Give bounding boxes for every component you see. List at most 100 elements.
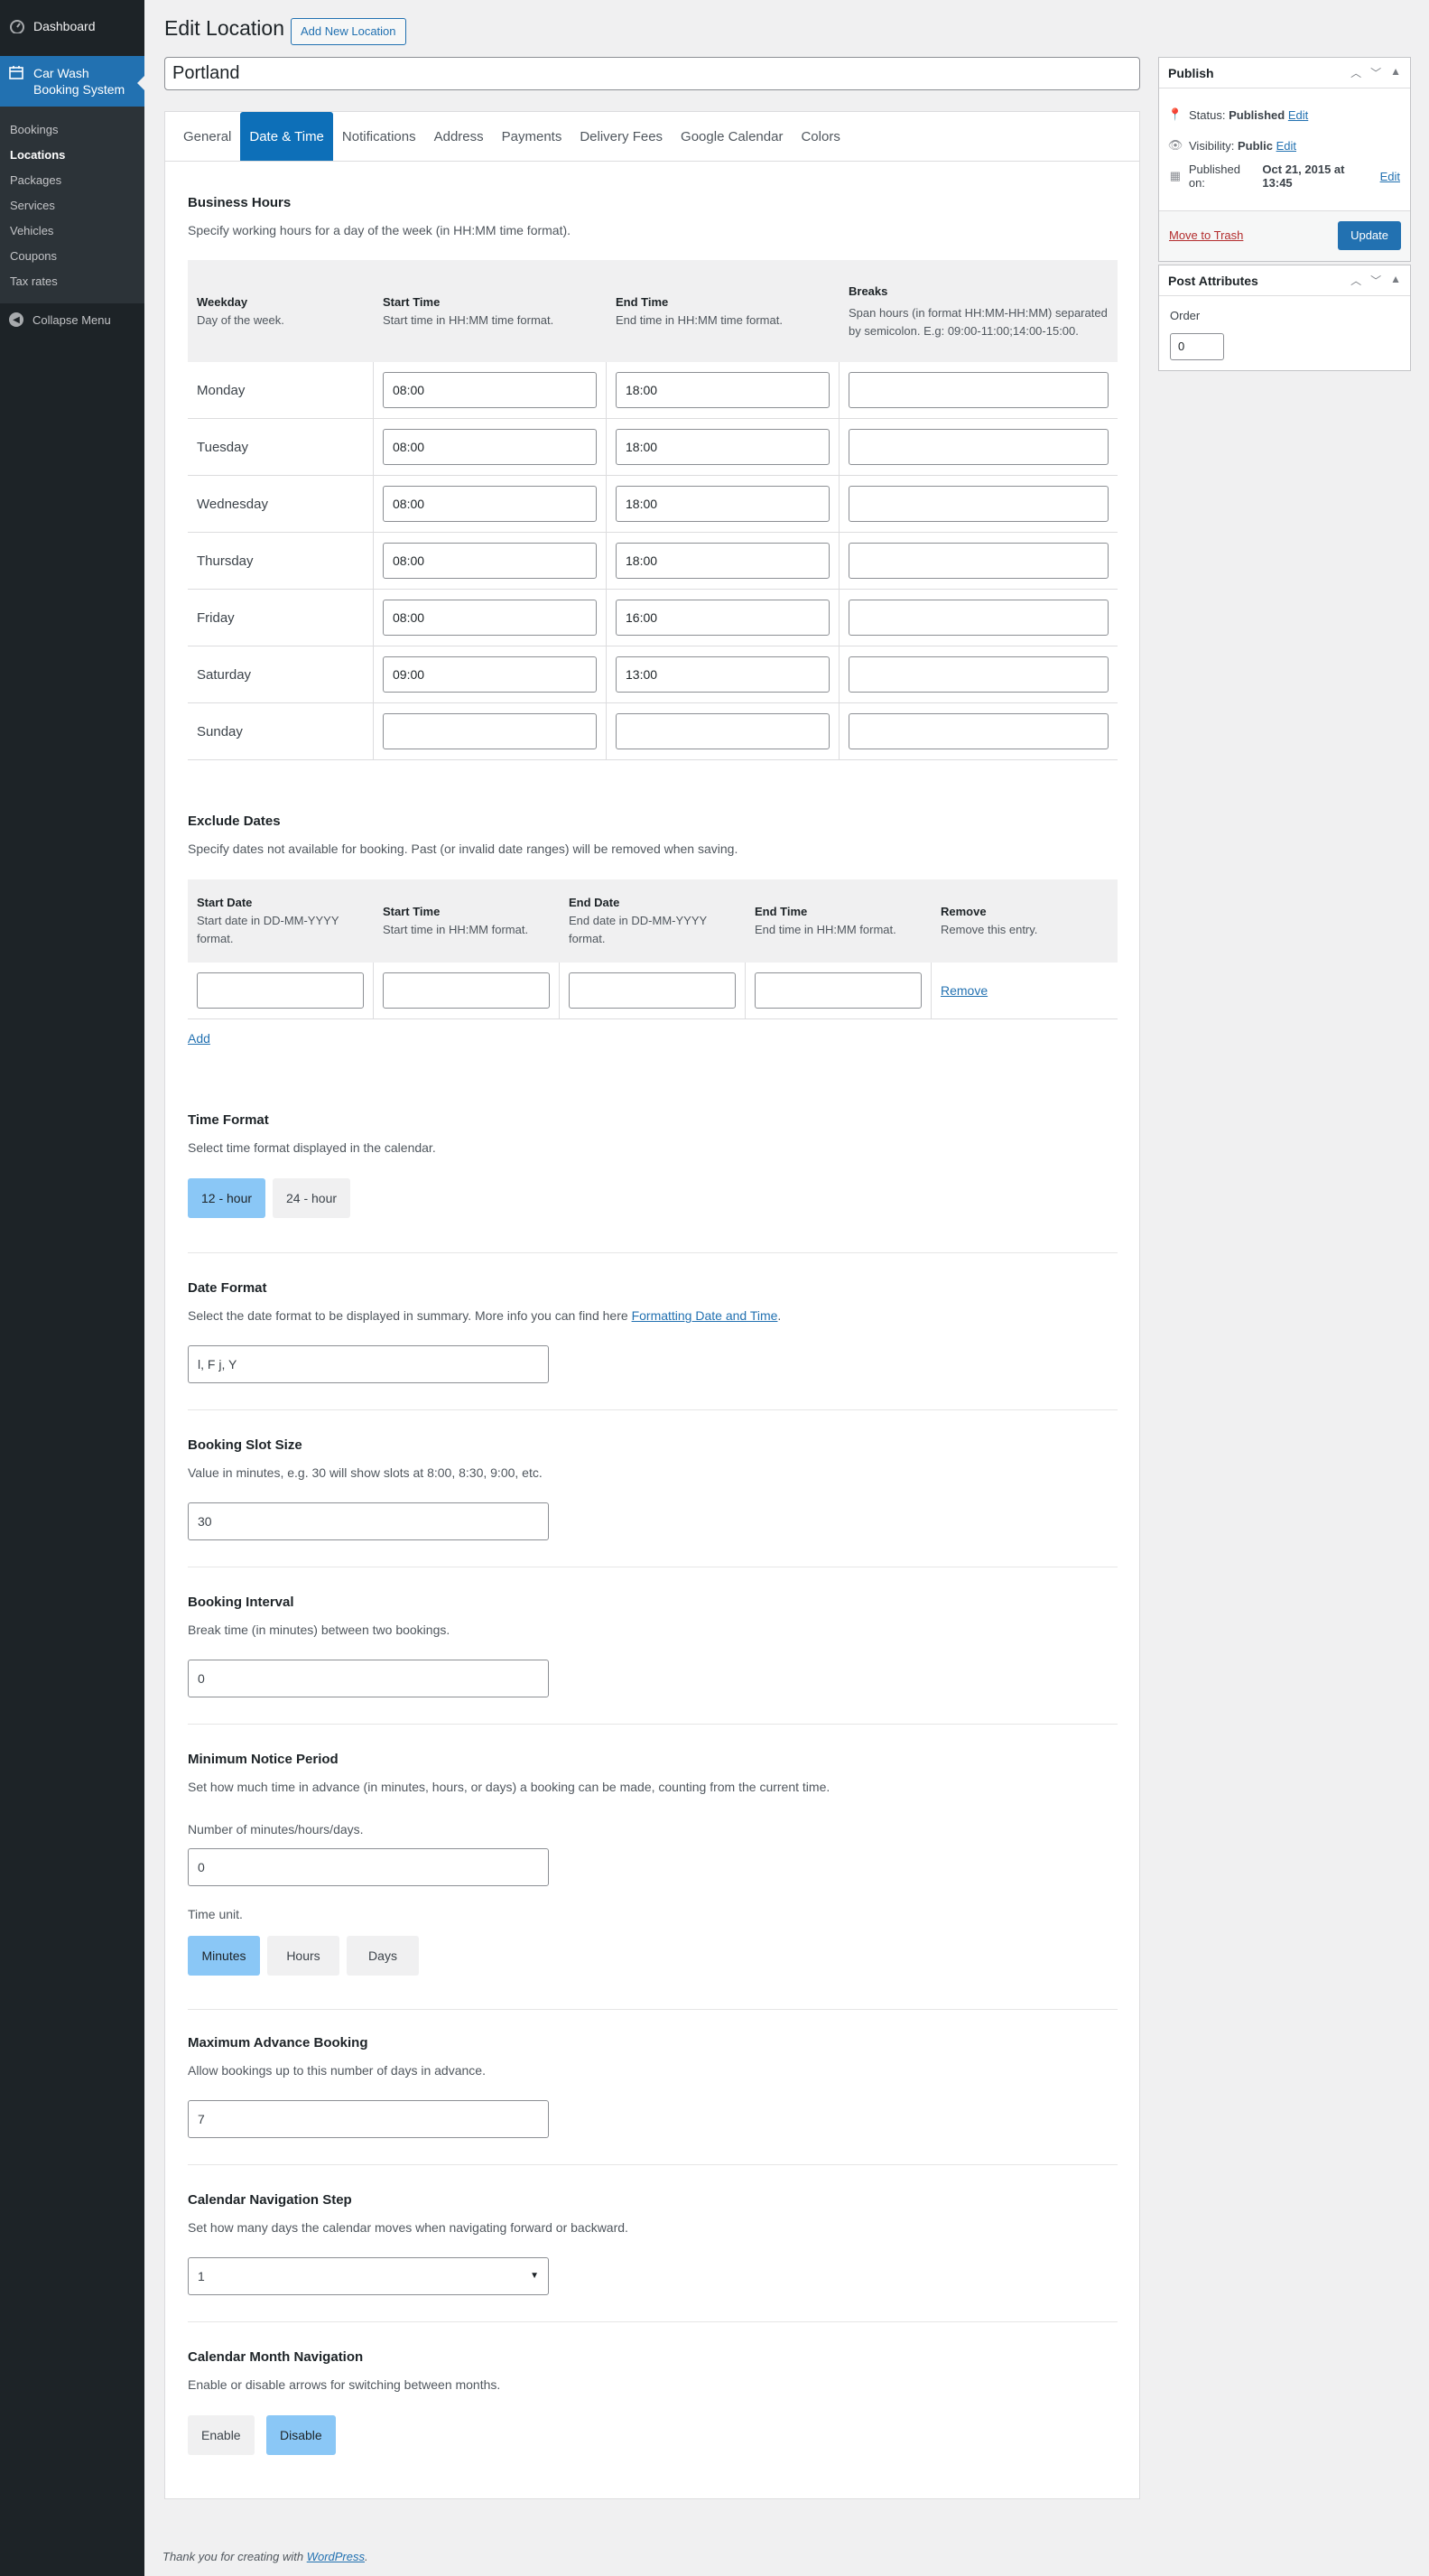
- end-time-input[interactable]: 18:00: [616, 429, 830, 465]
- end-time-input[interactable]: 18:00: [616, 372, 830, 408]
- breaks-input[interactable]: [849, 713, 1109, 749]
- wordpress-link[interactable]: WordPress: [307, 2550, 365, 2563]
- toggle-panel-icon[interactable]: ▲: [1390, 273, 1401, 288]
- unit-hours-button[interactable]: Hours: [267, 1936, 339, 1976]
- breaks-cell: [840, 703, 1118, 760]
- divider: [188, 2321, 1118, 2322]
- ex-header-remove: Remove Remove this entry.: [932, 903, 1118, 939]
- exclude-date-row: Remove: [188, 962, 1118, 1019]
- submenu-item-coupons[interactable]: Coupons: [0, 244, 144, 269]
- submenu-item-bookings[interactable]: Bookings: [0, 117, 144, 143]
- order-input[interactable]: 0: [1170, 333, 1224, 360]
- breaks-input[interactable]: [849, 429, 1109, 465]
- collapse-menu[interactable]: ◀ Collapse Menu: [0, 303, 144, 336]
- start-time-input[interactable]: 09:00: [383, 656, 597, 693]
- breaks-input[interactable]: [849, 543, 1109, 579]
- update-button[interactable]: Update: [1338, 221, 1401, 250]
- move-down-icon[interactable]: ﹀: [1370, 273, 1381, 288]
- interval-input[interactable]: 0: [188, 1660, 549, 1697]
- tab-address[interactable]: Address: [425, 112, 493, 161]
- submenu-item-vehicles[interactable]: Vehicles: [0, 219, 144, 244]
- end-time-input[interactable]: 16:00: [616, 600, 830, 636]
- date-format-input[interactable]: l, F j, Y: [188, 1345, 549, 1383]
- add-new-location-button[interactable]: Add New Location: [291, 18, 406, 45]
- remove-link[interactable]: Remove: [941, 983, 988, 998]
- start-time-input[interactable]: 08:00: [383, 600, 597, 636]
- exclude-dates-table: Start Date Start date in DD-MM-YYYY forma…: [188, 879, 1118, 1019]
- tab-general[interactable]: General: [174, 112, 240, 161]
- business-hours-header: Weekday Day of the week. Start Time Start …: [188, 260, 1118, 362]
- status-edit-link[interactable]: Edit: [1288, 108, 1308, 122]
- move-up-icon[interactable]: ︿: [1350, 65, 1361, 80]
- start-time-cell: 08:00: [374, 532, 607, 590]
- submenu-item-locations[interactable]: Locations: [0, 143, 144, 168]
- notice-title: Minimum Notice Period: [188, 1752, 339, 1767]
- tab-colors[interactable]: Colors: [792, 112, 849, 161]
- publish-box-title: Publish: [1168, 65, 1214, 80]
- add-exclude-date-link[interactable]: Add: [188, 1031, 210, 1046]
- submenu-item-tax-rates[interactable]: Tax rates: [0, 269, 144, 294]
- tab-notifications[interactable]: Notifications: [333, 112, 425, 161]
- header-weekday-desc: Day of the week.: [197, 312, 284, 327]
- submenu-item-services[interactable]: Services: [0, 193, 144, 219]
- month-nav-enable-button[interactable]: Enable: [188, 2415, 255, 2455]
- ex-cell: Remove: [932, 963, 1118, 1019]
- move-to-trash-link[interactable]: Move to Trash: [1169, 228, 1243, 242]
- start-time-input[interactable]: 08:00: [383, 486, 597, 522]
- tab-date-time[interactable]: Date & Time: [240, 112, 333, 161]
- time-format-24h-button[interactable]: 24 - hour: [273, 1178, 351, 1218]
- max-advance-input[interactable]: 7: [188, 2100, 549, 2138]
- business-hours-row: Saturday 09:00 13:00: [188, 646, 1118, 703]
- ex-end-date-input[interactable]: [569, 972, 736, 1009]
- breaks-input[interactable]: [849, 372, 1109, 408]
- ex-start-time-input[interactable]: [383, 972, 550, 1009]
- submenu-item-packages[interactable]: Packages: [0, 168, 144, 193]
- toggle-panel-icon[interactable]: ▲: [1390, 65, 1401, 80]
- ex-header-end-date: End Date End date in DD-MM-YYYY format.: [560, 894, 746, 948]
- breaks-input[interactable]: [849, 486, 1109, 522]
- move-up-icon[interactable]: ︿: [1350, 273, 1361, 288]
- tab-google-calendar[interactable]: Google Calendar: [672, 112, 792, 161]
- end-time-input[interactable]: [616, 713, 830, 749]
- ex-end-time-input[interactable]: [755, 972, 922, 1009]
- post-attributes-box: Post Attributes ︿ ﹀ ▲ Order 0: [1158, 265, 1411, 371]
- start-time-cell: [374, 702, 607, 760]
- menu-dashboard[interactable]: Dashboard: [0, 0, 144, 52]
- post-attributes-title: Post Attributes: [1168, 273, 1258, 288]
- time-format-12h-button[interactable]: 12 - hour: [188, 1178, 266, 1218]
- month-nav-disable-button[interactable]: Disable: [266, 2415, 336, 2455]
- unit-minutes-button[interactable]: Minutes: [188, 1936, 260, 1976]
- move-down-icon[interactable]: ﹀: [1370, 65, 1381, 80]
- slot-size-input[interactable]: 30: [188, 1502, 549, 1540]
- notice-number-label: Number of minutes/hours/days.: [188, 1822, 364, 1837]
- ex-h3-desc: End time in HH:MM format.: [755, 923, 896, 936]
- business-hours-title: Business Hours: [188, 195, 292, 210]
- start-time-input[interactable]: 08:00: [383, 429, 597, 465]
- end-time-input[interactable]: 18:00: [616, 543, 830, 579]
- start-time-input[interactable]: [383, 713, 597, 749]
- visibility-edit-link[interactable]: Edit: [1276, 139, 1296, 153]
- published-edit-link[interactable]: Edit: [1380, 170, 1400, 183]
- tab-payments[interactable]: Payments: [493, 112, 571, 161]
- weekday-label: Thursday: [197, 553, 254, 569]
- start-time-input[interactable]: 08:00: [383, 372, 597, 408]
- tab-delivery-fees[interactable]: Delivery Fees: [571, 112, 672, 161]
- weekday-cell: Saturday: [188, 646, 374, 703]
- formatting-date-link[interactable]: Formatting Date and Time: [632, 1308, 778, 1323]
- business-hours-row: Monday 08:00 18:00: [188, 361, 1118, 419]
- ex-start-date-input[interactable]: [197, 972, 364, 1009]
- post-title-input[interactable]: Portland: [164, 57, 1140, 90]
- unit-days-button[interactable]: Days: [347, 1936, 419, 1976]
- visibility-row: 👁 Visibility: Public Edit: [1159, 130, 1410, 161]
- business-hours-table: Weekday Day of the week. Start Time Start …: [188, 260, 1118, 760]
- end-time-input[interactable]: 18:00: [616, 486, 830, 522]
- notice-number-input[interactable]: 0: [188, 1848, 549, 1886]
- breaks-input[interactable]: [849, 600, 1109, 636]
- nav-step-select[interactable]: 1 ▼: [188, 2257, 549, 2295]
- menu-car-wash[interactable]: Car Wash Booking System: [0, 56, 144, 107]
- breaks-input[interactable]: [849, 656, 1109, 693]
- start-time-input[interactable]: 08:00: [383, 543, 597, 579]
- settings-panel: General Date & Time Notifications Addres…: [164, 111, 1140, 2499]
- end-time-input[interactable]: 13:00: [616, 656, 830, 693]
- weekday-label: Tuesday: [197, 439, 248, 455]
